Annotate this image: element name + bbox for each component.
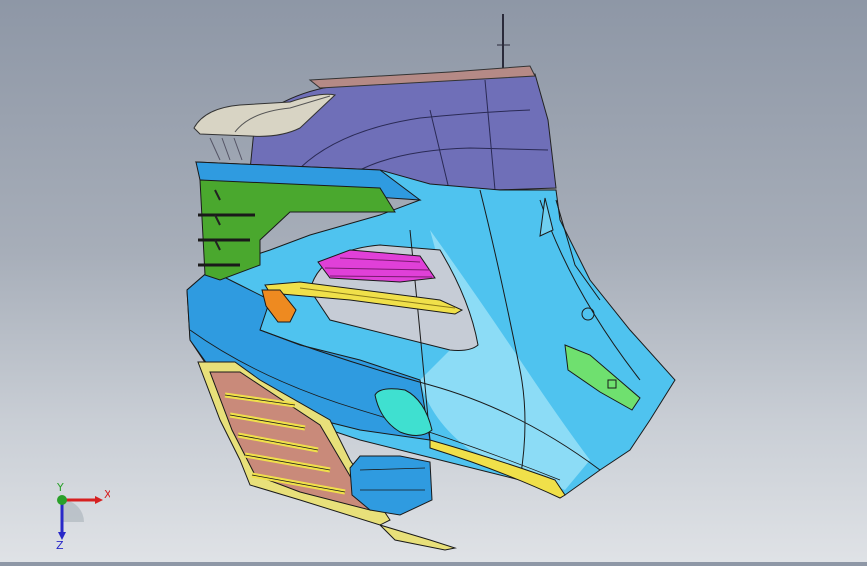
x-axis-label: X: [104, 488, 110, 501]
antenna: [497, 14, 510, 74]
model-view[interactable]: [0, 0, 867, 562]
z-axis-label: Z: [56, 539, 64, 550]
3d-viewport[interactable]: X Y Z: [0, 0, 867, 562]
x-arrow-icon: [95, 496, 103, 504]
y-axis-dot: [57, 495, 67, 505]
axis-triad: X Y Z: [40, 480, 112, 552]
y-axis-label: Y: [56, 481, 64, 494]
